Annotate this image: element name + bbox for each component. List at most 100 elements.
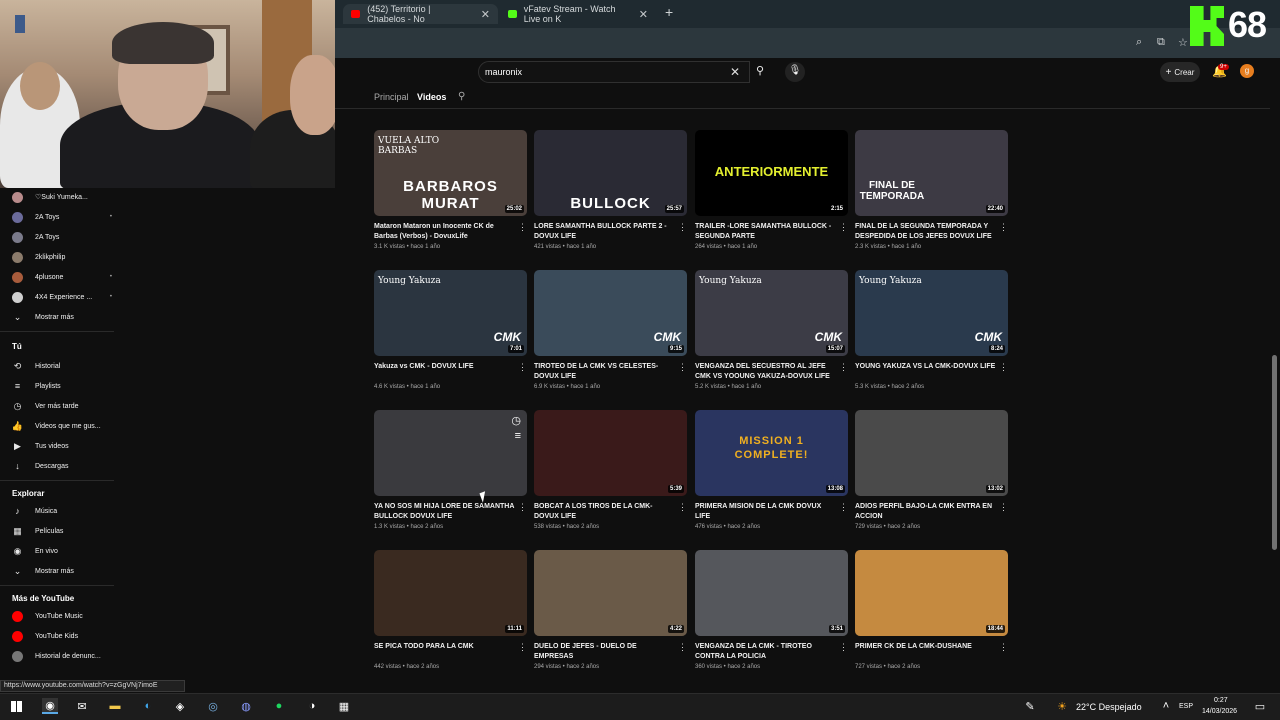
more-options-icon[interactable]: ⋮ xyxy=(839,222,848,233)
video-thumbnail[interactable]: VUELA ALTO BARBAS BARBAROS MURAT 25:02 xyxy=(374,130,527,216)
watch-later-icon[interactable]: ◷ xyxy=(511,414,521,427)
sidebar-item-you[interactable]: ⟲ Historial xyxy=(12,357,112,375)
more-options-icon[interactable]: ⋮ xyxy=(839,642,848,653)
language-indicator[interactable]: ESP xyxy=(1179,703,1193,710)
clock-date[interactable]: 14/03/2026 xyxy=(1202,708,1237,715)
add-to-queue-icon[interactable]: ≡ xyxy=(515,430,521,442)
sidebar-item-more[interactable]: YouTube Music xyxy=(12,607,112,625)
bookmark-star-icon[interactable]: ☆ xyxy=(1178,36,1188,49)
microphone-icon[interactable]: 🎙 xyxy=(785,62,805,82)
zoom-icon[interactable]: ⌕ xyxy=(1136,36,1142,49)
more-options-icon[interactable]: ⋮ xyxy=(999,502,1008,513)
clock-time[interactable]: 0:27 xyxy=(1214,697,1228,704)
video-thumbnail[interactable]: Young Yakuza CMK 8:24 xyxy=(855,270,1008,356)
pen-icon[interactable]: ✎ xyxy=(1022,698,1038,714)
video-title[interactable]: TIROTEO DE LA CMK VS CELESTES-DOVUX LIFE xyxy=(534,362,676,382)
browser-tab[interactable]: vFatev Stream - Watch Live on K ✕ xyxy=(500,4,656,24)
edge-taskbar-icon[interactable]: ◐ xyxy=(140,698,156,714)
sidebar-item-you[interactable]: ≡ Playlists xyxy=(12,377,112,395)
video-title[interactable]: FINAL DE LA SEGUNDA TEMPORADA Y DESPEDID… xyxy=(855,222,997,242)
sidebar-item-explore[interactable]: ◉ En vivo xyxy=(12,542,112,560)
video-thumbnail[interactable]: ◷ ≡ xyxy=(374,410,527,496)
more-options-icon[interactable]: ⋮ xyxy=(678,642,687,653)
notification-center-icon[interactable]: ▭ xyxy=(1252,698,1268,714)
sidebar-subscription-item[interactable]: ⌄ Mostrar más xyxy=(12,308,112,326)
more-options-icon[interactable]: ⋮ xyxy=(678,362,687,373)
sidebar-subscription-item[interactable]: 2A Toys xyxy=(12,228,112,246)
video-card[interactable]: 3:51 VENGANZA DE LA CMK - TIROTEO CONTRA… xyxy=(695,550,848,670)
sidebar-item-more[interactable]: YouTube Kids xyxy=(12,627,112,645)
sidebar-item-explore[interactable]: ♪ Música xyxy=(12,502,112,520)
video-thumbnail[interactable]: BULLOCK 25:57 xyxy=(534,130,687,216)
sidebar-item-explore[interactable]: ▦ Películas xyxy=(12,522,112,540)
more-options-icon[interactable]: ⋮ xyxy=(518,222,527,233)
video-card[interactable]: 4:22 DUELO DE JEFES - DUELO DE EMPRESAS … xyxy=(534,550,687,670)
video-thumbnail[interactable]: 4:22 xyxy=(534,550,687,636)
mail-taskbar-icon[interactable]: ✉ xyxy=(74,698,90,714)
install-app-icon[interactable]: ⧉ xyxy=(1157,36,1165,49)
video-card[interactable]: ANTERIORMENTE 2:15 TRAILER -LORE SAMANTHA… xyxy=(695,130,848,250)
spotify-taskbar-icon[interactable]: ● xyxy=(271,698,287,714)
more-options-icon[interactable]: ⋮ xyxy=(839,362,848,373)
video-thumbnail[interactable]: 3:51 xyxy=(695,550,848,636)
close-tab-icon[interactable]: ✕ xyxy=(481,8,490,21)
browser-tab[interactable]: (452) Territorio | Chabelos - No ✕ xyxy=(343,4,498,24)
create-button[interactable]: + Crear xyxy=(1160,62,1200,82)
calculator-taskbar-icon[interactable]: ▦ xyxy=(336,698,352,714)
video-card[interactable]: Young Yakuza CMK 7:01 Yakuza vs CMK - DOVU… xyxy=(374,270,527,390)
more-options-icon[interactable]: ⋮ xyxy=(518,362,527,373)
sidebar-subscription-item[interactable]: 4X4 Experience ... • xyxy=(12,288,112,306)
video-card[interactable]: 13:02 ADIOS PERFIL BAJO-LA CMK ENTRA EN … xyxy=(855,410,1008,530)
video-title[interactable]: TRAILER -LORE SAMANTHA BULLOCK - SEGUNDA… xyxy=(695,222,837,242)
video-card[interactable]: 18:44 PRIMER CK DE LA CMK-DUSHANE 727 vi… xyxy=(855,550,1008,670)
video-thumbnail[interactable]: Young Yakuza CMK 7:01 xyxy=(374,270,527,356)
more-options-icon[interactable]: ⋮ xyxy=(839,502,848,513)
more-options-icon[interactable]: ⋮ xyxy=(999,362,1008,373)
video-thumbnail[interactable]: CMK 9:15 xyxy=(534,270,687,356)
chrome-taskbar-icon[interactable]: ◉ xyxy=(42,698,58,714)
tab-videos[interactable]: Videos xyxy=(417,92,446,102)
file-explorer-taskbar-icon[interactable]: ▬ xyxy=(107,698,123,714)
video-card[interactable]: Young Yakuza CMK 8:24 YOUNG YAKUZA VS LA C… xyxy=(855,270,1008,390)
video-title[interactable]: SE PICA TODO PARA LA CMK xyxy=(374,642,516,662)
more-options-icon[interactable]: ⋮ xyxy=(999,642,1008,653)
sidebar-item-more[interactable]: Historial de denunc... xyxy=(12,647,112,665)
video-thumbnail[interactable]: MISSION 1 COMPLETE! 13:08 xyxy=(695,410,848,496)
sidebar-item-you[interactable]: ↓ Descargas xyxy=(12,457,112,475)
video-title[interactable]: VENGANZA DE LA CMK - TIROTEO CONTRA LA P… xyxy=(695,642,837,662)
more-options-icon[interactable]: ⋮ xyxy=(999,222,1008,233)
video-thumbnail[interactable]: 5:39 xyxy=(534,410,687,496)
video-thumbnail[interactable]: Young Yakuza CMK 15:07 xyxy=(695,270,848,356)
account-avatar[interactable]: g xyxy=(1240,64,1254,78)
sidebar-item-explore[interactable]: ⌄ Mostrar más xyxy=(12,562,112,580)
discord-taskbar-icon[interactable]: ◍ xyxy=(238,698,254,714)
close-tab-icon[interactable]: ✕ xyxy=(639,8,648,21)
sidebar-you-heading[interactable]: Tú xyxy=(12,342,22,351)
sidebar-subscription-item[interactable]: 2A Toys • xyxy=(12,208,112,226)
video-title[interactable]: PRIMER CK DE LA CMK-DUSHANE xyxy=(855,642,997,662)
video-thumbnail[interactable]: 11:11 xyxy=(374,550,527,636)
video-card[interactable]: 11:11 SE PICA TODO PARA LA CMK 442 vista… xyxy=(374,550,527,670)
video-title[interactable]: BOBCAT A LOS TIROS DE LA CMK-DOVUX LIFE xyxy=(534,502,676,522)
video-card[interactable]: ◷ ≡ YA NO SOS MI HIJA LORE DE SAMANTHA BU… xyxy=(374,410,527,530)
sidebar-subscription-item[interactable]: 4plusone • xyxy=(12,268,112,286)
video-thumbnail[interactable]: ANTERIORMENTE 2:15 xyxy=(695,130,848,216)
more-options-icon[interactable]: ⋮ xyxy=(518,642,527,653)
video-title[interactable]: ADIOS PERFIL BAJO-LA CMK ENTRA EN ACCION xyxy=(855,502,997,522)
video-card[interactable]: VUELA ALTO BARBAS BARBAROS MURAT 25:02 Mat… xyxy=(374,130,527,250)
video-title[interactable]: DUELO DE JEFES - DUELO DE EMPRESAS xyxy=(534,642,676,662)
video-title[interactable]: Mataron Mataron un Inocente CK de Barbas… xyxy=(374,222,516,242)
scrollbar-thumb[interactable] xyxy=(1272,355,1277,550)
video-card[interactable]: MISSION 1 COMPLETE! 13:08 PRIMERA MISION … xyxy=(695,410,848,530)
weather-text[interactable]: 22°C Despejado xyxy=(1076,702,1142,712)
sidebar-subscription-item[interactable]: 2klikphilip xyxy=(12,248,112,266)
video-title[interactable]: YOUNG YAKUZA VS LA CMK-DOVUX LIFE xyxy=(855,362,997,382)
sidebar-item-you[interactable]: ◷ Ver más tarde xyxy=(12,397,112,415)
video-card[interactable]: Young Yakuza CMK 15:07 VENGANZA DEL SECUES… xyxy=(695,270,848,390)
windows-start-icon[interactable] xyxy=(8,698,24,714)
video-title[interactable]: PRIMERA MISION DE LA CMK DOVUX LIFE xyxy=(695,502,837,522)
search-input[interactable] xyxy=(478,61,750,83)
new-tab-button[interactable]: + xyxy=(665,4,673,20)
more-options-icon[interactable]: ⋮ xyxy=(678,502,687,513)
search-icon[interactable]: ⚲ xyxy=(750,61,770,83)
